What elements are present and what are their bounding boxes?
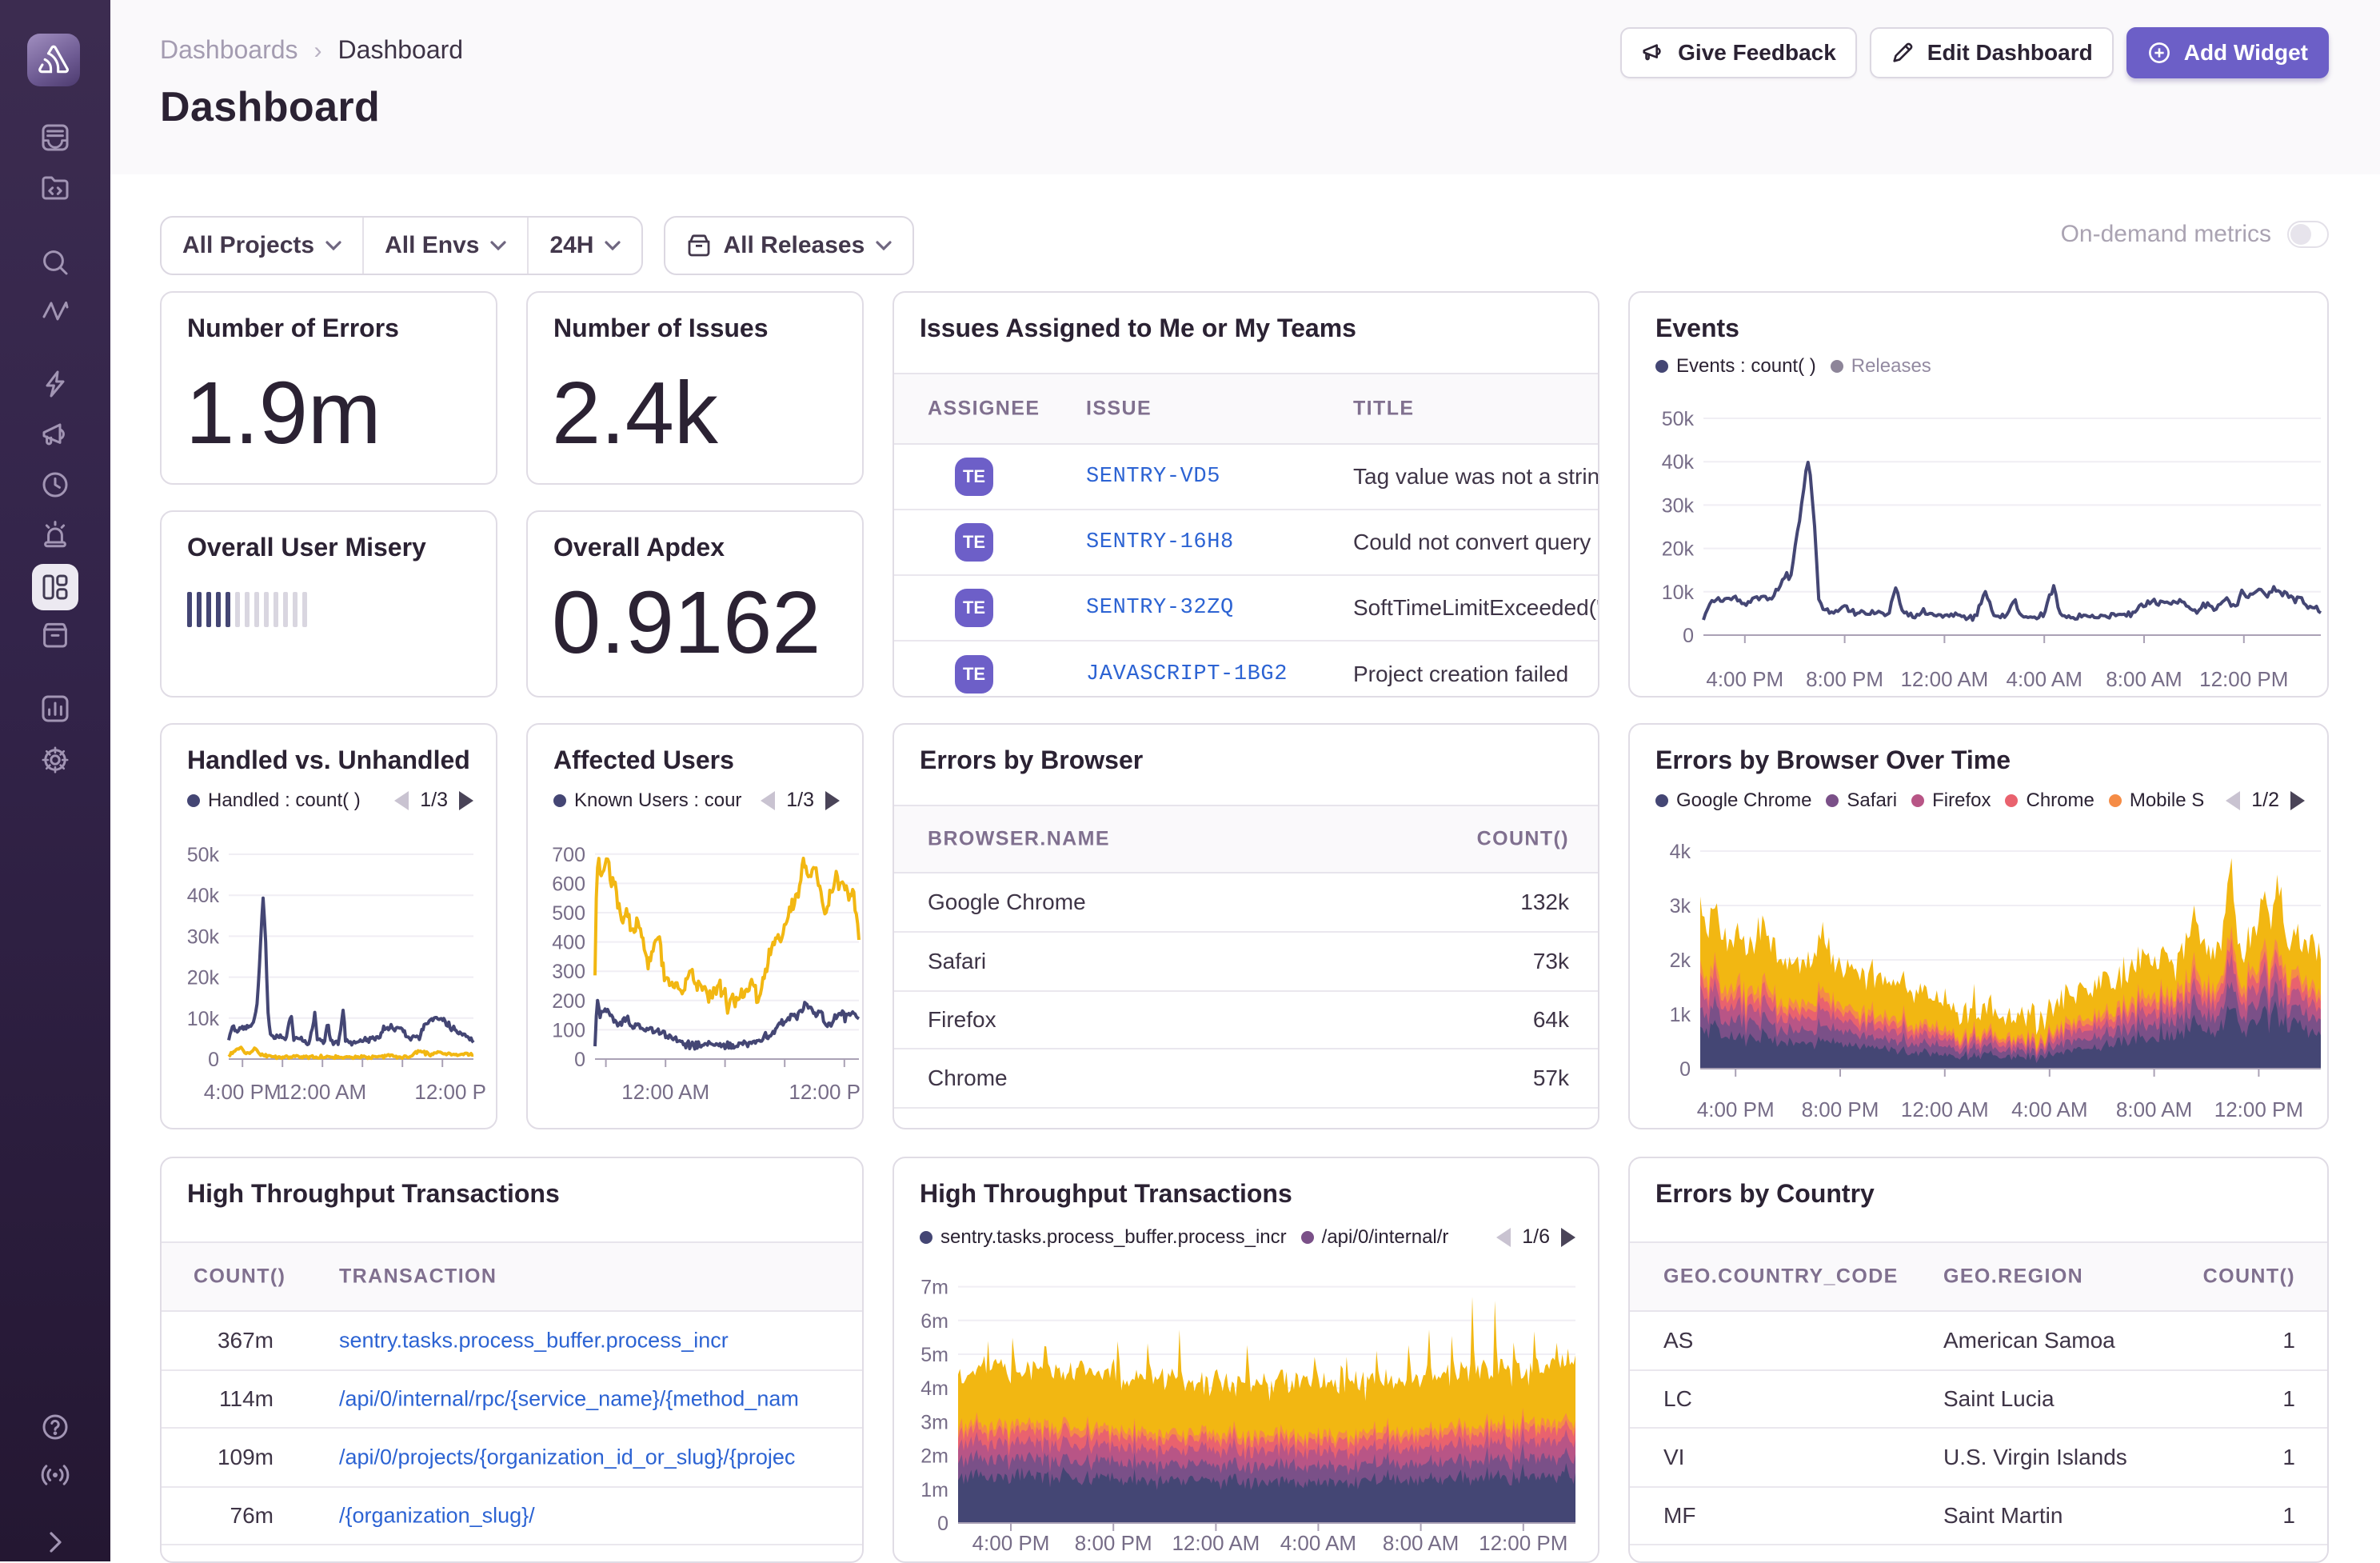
svg-text:7m: 7m: [920, 1277, 948, 1299]
svg-text:20k: 20k: [1662, 538, 1695, 561]
svg-text:12:00 PM: 12:00 PM: [2214, 1097, 2303, 1121]
svg-text:8:00 PM: 8:00 PM: [1806, 667, 1883, 691]
svg-text:3m: 3m: [920, 1411, 948, 1433]
svg-text:10k: 10k: [1662, 582, 1695, 604]
svg-text:0: 0: [208, 1049, 219, 1071]
svg-text:1m: 1m: [920, 1479, 948, 1501]
svg-text:8:00 AM: 8:00 AM: [1383, 1531, 1459, 1555]
svg-text:30k: 30k: [1662, 494, 1695, 517]
svg-text:2m: 2m: [920, 1445, 948, 1468]
svg-text:4k: 4k: [1670, 841, 1691, 863]
svg-text:12:00 AM: 12:00 AM: [621, 1080, 709, 1104]
svg-text:30k: 30k: [187, 925, 220, 948]
svg-text:8:00 PM: 8:00 PM: [1802, 1097, 1879, 1121]
svg-text:700: 700: [552, 844, 585, 866]
svg-text:50k: 50k: [187, 844, 220, 866]
svg-text:8:00 AM: 8:00 AM: [2116, 1097, 2192, 1121]
svg-text:4:00 AM: 4:00 AM: [2006, 667, 2082, 691]
svg-text:50k: 50k: [1662, 408, 1695, 430]
svg-text:200: 200: [552, 990, 585, 1013]
svg-text:12:00 P: 12:00 P: [789, 1080, 861, 1104]
svg-text:40k: 40k: [187, 885, 220, 907]
svg-text:4:00 PM: 4:00 PM: [1697, 1097, 1775, 1121]
svg-text:4:00 PM: 4:00 PM: [204, 1080, 282, 1104]
svg-text:0: 0: [1683, 625, 1694, 647]
svg-text:100: 100: [552, 1019, 585, 1041]
svg-text:12:00 AM: 12:00 AM: [1172, 1531, 1260, 1555]
svg-text:400: 400: [552, 932, 585, 954]
svg-text:12:00 AM: 12:00 AM: [278, 1080, 366, 1104]
svg-text:1k: 1k: [1670, 1004, 1691, 1026]
svg-text:20k: 20k: [187, 967, 220, 989]
svg-text:6m: 6m: [920, 1310, 948, 1333]
svg-text:4m: 4m: [920, 1377, 948, 1400]
svg-text:12:00 AM: 12:00 AM: [1900, 667, 1988, 691]
svg-text:3k: 3k: [1670, 895, 1691, 917]
svg-text:4:00 AM: 4:00 AM: [1280, 1531, 1356, 1555]
svg-text:4:00 PM: 4:00 PM: [972, 1531, 1050, 1555]
svg-text:2k: 2k: [1670, 949, 1691, 972]
svg-text:8:00 AM: 8:00 AM: [2106, 667, 2182, 691]
svg-text:10k: 10k: [187, 1008, 220, 1030]
svg-text:12:00 P: 12:00 P: [414, 1080, 486, 1104]
svg-text:300: 300: [552, 961, 585, 983]
svg-text:12:00 AM: 12:00 AM: [1901, 1097, 1989, 1121]
svg-text:40k: 40k: [1662, 451, 1695, 474]
svg-text:600: 600: [552, 873, 585, 895]
svg-text:500: 500: [552, 902, 585, 925]
svg-text:4:00 PM: 4:00 PM: [1706, 667, 1783, 691]
svg-text:12:00 PM: 12:00 PM: [1479, 1531, 1567, 1555]
svg-text:4:00 AM: 4:00 AM: [2011, 1097, 2087, 1121]
svg-text:0: 0: [1679, 1058, 1691, 1081]
svg-text:0: 0: [574, 1049, 585, 1071]
svg-text:0: 0: [937, 1513, 948, 1535]
svg-text:5m: 5m: [920, 1344, 948, 1366]
svg-text:12:00 PM: 12:00 PM: [2199, 667, 2288, 691]
svg-text:8:00 PM: 8:00 PM: [1075, 1531, 1152, 1555]
